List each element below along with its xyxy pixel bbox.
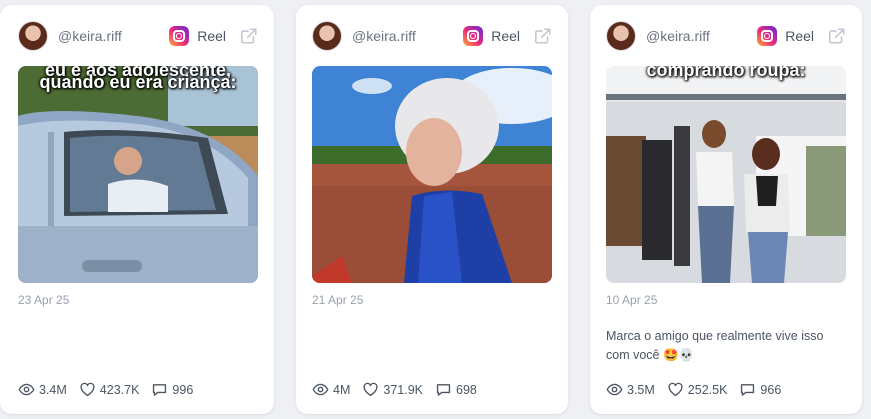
comments-count: 996	[172, 382, 194, 397]
post-date: 21 Apr 25	[312, 293, 364, 307]
instagram-icon	[169, 26, 190, 46]
post-card[interactable]: @keira.riff Reel	[0, 5, 274, 414]
likes-count: 423.7K	[99, 382, 140, 397]
post-type-label: Reel	[491, 28, 520, 44]
likes-stat: 371.9K	[362, 381, 423, 398]
post-thumbnail[interactable]: eu e aos adolescente, quando eu era cria…	[18, 66, 258, 283]
views-count: 4M	[333, 382, 351, 397]
likes-stat: 423.7K	[79, 381, 140, 398]
external-link-icon[interactable]	[534, 27, 552, 45]
views-count: 3.5M	[627, 382, 655, 397]
eye-icon	[312, 383, 329, 396]
comments-stat: 966	[739, 381, 781, 398]
comments-stat: 698	[435, 381, 477, 398]
external-link-icon[interactable]	[828, 27, 846, 45]
comments-count: 698	[456, 382, 477, 397]
post-stats: 3.5M 252.5K 966	[606, 381, 793, 398]
instagram-icon	[757, 26, 778, 46]
likes-count: 371.9K	[383, 382, 423, 397]
views-stat: 4M	[312, 381, 350, 398]
card-header: @keira.riff Reel	[18, 21, 258, 51]
account-handle[interactable]: @keira.riff	[352, 28, 463, 44]
comment-icon	[741, 384, 755, 396]
card-header: @keira.riff Reel	[312, 21, 552, 51]
post-date: 10 Apr 25	[606, 293, 658, 307]
heart-icon	[668, 382, 683, 397]
thumbnail-image	[312, 66, 552, 283]
post-type-label: Reel	[197, 28, 226, 44]
likes-stat: 252.5K	[667, 381, 728, 398]
eye-icon	[18, 383, 35, 396]
card-header: @keira.riff Reel	[606, 21, 846, 51]
post-date: 23 Apr 25	[18, 293, 70, 307]
account-handle[interactable]: @keira.riff	[646, 28, 757, 44]
comments-count: 966	[760, 382, 782, 397]
post-card[interactable]: @keira.riff Reel 21 Apr 25 4M 371.9K 698	[296, 5, 568, 414]
views-count: 3.4M	[39, 382, 67, 397]
heart-icon	[80, 382, 95, 397]
heart-icon	[363, 382, 378, 397]
eye-icon	[606, 383, 623, 396]
post-caption: Marca o amigo que realmente vive isso co…	[606, 329, 824, 362]
post-card[interactable]: @keira.riff Reel	[590, 5, 862, 414]
thumbnail-image	[18, 66, 258, 283]
post-stats: 3.4M 423.7K 996	[18, 381, 205, 398]
avatar[interactable]	[18, 21, 48, 51]
thumbnail-caption: comprando roupa:	[646, 66, 806, 80]
account-handle[interactable]: @keira.riff	[58, 28, 169, 44]
post-stats: 4M 371.9K 698	[312, 381, 489, 398]
thumbnail-caption: quando eu era criança:	[39, 72, 237, 92]
likes-count: 252.5K	[687, 382, 728, 397]
thumbnail-image	[606, 66, 846, 283]
avatar[interactable]	[312, 21, 342, 51]
post-thumbnail[interactable]: comprando roupa:	[606, 66, 846, 283]
instagram-icon	[463, 26, 484, 46]
avatar[interactable]	[606, 21, 636, 51]
comments-stat: 996	[151, 381, 193, 398]
comment-icon	[153, 384, 167, 396]
views-stat: 3.4M	[18, 381, 67, 398]
post-type-label: Reel	[785, 28, 814, 44]
external-link-icon[interactable]	[240, 27, 258, 45]
post-thumbnail[interactable]	[312, 66, 552, 283]
views-stat: 3.5M	[606, 381, 655, 398]
comment-icon	[436, 384, 451, 396]
